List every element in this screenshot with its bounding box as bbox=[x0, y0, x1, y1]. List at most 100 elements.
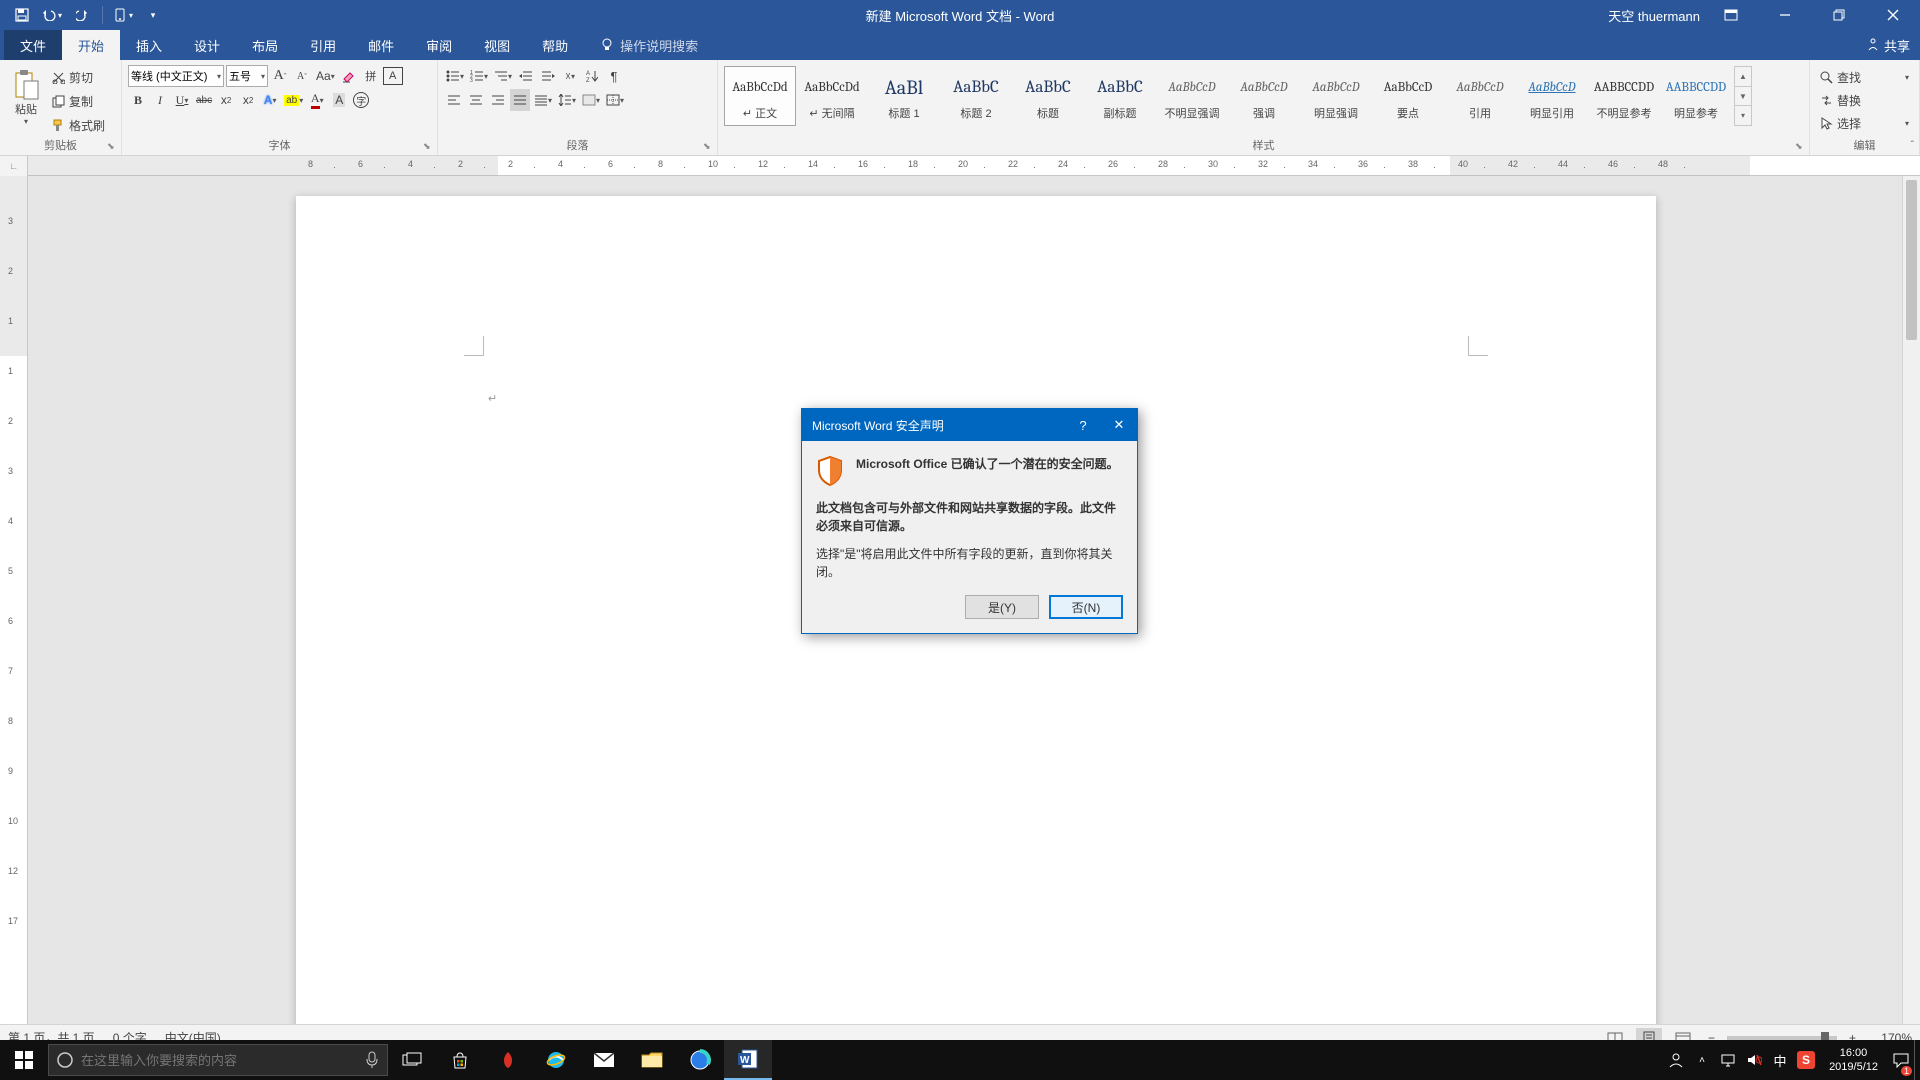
search-input[interactable] bbox=[81, 1053, 357, 1068]
tray-people[interactable] bbox=[1663, 1040, 1689, 1080]
gallery-scroll[interactable]: ▲▼▾ bbox=[1734, 66, 1752, 126]
taskbar-word[interactable]: W bbox=[724, 1040, 772, 1080]
tab-review[interactable]: 审阅 bbox=[410, 30, 468, 60]
underline-button[interactable]: U▾ bbox=[172, 89, 192, 111]
task-view-button[interactable] bbox=[388, 1040, 436, 1080]
redo-button[interactable] bbox=[68, 2, 96, 28]
share-button[interactable]: 共享 bbox=[1866, 30, 1910, 60]
taskbar-store[interactable] bbox=[436, 1040, 484, 1080]
touch-mode-button[interactable]: ▾ bbox=[109, 2, 137, 28]
ribbon-display-options[interactable] bbox=[1708, 0, 1754, 30]
clipboard-launcher[interactable]: ⬊ bbox=[107, 141, 119, 153]
align-right-button[interactable] bbox=[488, 89, 508, 111]
tab-help[interactable]: 帮助 bbox=[526, 30, 584, 60]
tab-mail[interactable]: 邮件 bbox=[352, 30, 410, 60]
style-h2[interactable]: AaBbC标题 2 bbox=[940, 66, 1012, 126]
style-subtle_ref[interactable]: AABBCCDD不明显参考 bbox=[1588, 66, 1660, 126]
font-size-combo[interactable]: 五号▾ bbox=[226, 65, 268, 87]
char-border-button[interactable]: A bbox=[383, 67, 403, 85]
copy-button[interactable]: 复制 bbox=[50, 90, 112, 112]
subscript-button[interactable]: x2 bbox=[216, 89, 236, 111]
distributed-button[interactable]: ▾ bbox=[532, 89, 554, 111]
borders-button[interactable]: ▾ bbox=[604, 89, 626, 111]
taskbar-search[interactable] bbox=[48, 1044, 388, 1076]
zoom-slider[interactable] bbox=[1727, 1036, 1837, 1040]
paragraph-launcher[interactable]: ⬊ bbox=[703, 141, 715, 153]
tab-layout[interactable]: 布局 bbox=[236, 30, 294, 60]
increase-indent-button[interactable] bbox=[538, 65, 558, 87]
paste-button[interactable]: 粘贴 ▾ bbox=[6, 64, 46, 130]
show-marks-button[interactable]: ¶ bbox=[604, 65, 624, 87]
change-case-button[interactable]: Aa▾ bbox=[314, 65, 337, 87]
bold-button[interactable]: B bbox=[128, 89, 148, 111]
italic-button[interactable]: I bbox=[150, 89, 170, 111]
style-intense_em[interactable]: AaBbCcD明显强调 bbox=[1300, 66, 1372, 126]
tab-references[interactable]: 引用 bbox=[294, 30, 352, 60]
start-button[interactable] bbox=[0, 1040, 48, 1080]
vertical-scrollbar[interactable] bbox=[1902, 176, 1920, 1050]
taskbar-browser[interactable] bbox=[676, 1040, 724, 1080]
tray-volume[interactable] bbox=[1741, 1040, 1767, 1080]
highlight-button[interactable]: ab▾ bbox=[282, 89, 305, 111]
collapse-ribbon-button[interactable]: ˆ bbox=[1911, 140, 1914, 151]
undo-button[interactable]: ▾ bbox=[38, 2, 66, 28]
minimize-button[interactable] bbox=[1762, 0, 1808, 30]
taskbar-ie[interactable] bbox=[532, 1040, 580, 1080]
styles-gallery[interactable]: AaBbCcDd↵ 正文AaBbCcDd↵ 无间隔AaBl标题 1AaBbC标题… bbox=[724, 64, 1803, 142]
user-name[interactable]: 天空 thuermann bbox=[1608, 6, 1700, 25]
sort-button[interactable]: AZ bbox=[582, 65, 602, 87]
save-button[interactable] bbox=[8, 2, 36, 28]
style-h1[interactable]: AaBl标题 1 bbox=[868, 66, 940, 126]
scrollbar-thumb[interactable] bbox=[1906, 180, 1917, 340]
tray-sogou[interactable]: S bbox=[1793, 1040, 1819, 1080]
ruler-horizontal[interactable]: ∟ 8·6·4·2·2·4·6·8·10·12·14·16·18·20·22·2… bbox=[0, 156, 1920, 176]
phonetic-guide-button[interactable]: 拼 bbox=[361, 65, 381, 87]
char-shading-button[interactable]: A bbox=[329, 89, 349, 111]
grow-font-button[interactable]: Aˆ bbox=[270, 65, 290, 87]
multilevel-list-button[interactable]: ▾ bbox=[492, 65, 514, 87]
line-spacing-button[interactable]: ▾ bbox=[556, 89, 578, 111]
gallery-down[interactable]: ▼ bbox=[1735, 87, 1751, 107]
tray-action-center[interactable]: 1 bbox=[1888, 1040, 1914, 1080]
find-button[interactable]: 查找▾ bbox=[1816, 66, 1913, 88]
cut-button[interactable]: 剪切 bbox=[50, 66, 112, 88]
font-name-combo[interactable]: 等线 (中文正文)▾ bbox=[128, 65, 224, 87]
tab-design[interactable]: 设计 bbox=[178, 30, 236, 60]
tab-home[interactable]: 开始 bbox=[62, 30, 120, 60]
style-intense_quote[interactable]: AaBbCcD明显引用 bbox=[1516, 66, 1588, 126]
styles-launcher[interactable]: ⬊ bbox=[1795, 141, 1807, 153]
tab-view[interactable]: 视图 bbox=[468, 30, 526, 60]
restore-button[interactable] bbox=[1816, 0, 1862, 30]
taskbar-mail[interactable] bbox=[580, 1040, 628, 1080]
bullets-button[interactable]: ▾ bbox=[444, 65, 466, 87]
tab-file[interactable]: 文件 bbox=[4, 30, 62, 60]
close-button[interactable] bbox=[1870, 0, 1916, 30]
style-normal[interactable]: AaBbCcDd↵ 正文 bbox=[724, 66, 796, 126]
tab-insert[interactable]: 插入 bbox=[120, 30, 178, 60]
style-strong[interactable]: AaBbCcD要点 bbox=[1372, 66, 1444, 126]
superscript-button[interactable]: x2 bbox=[238, 89, 258, 111]
decrease-indent-button[interactable] bbox=[516, 65, 536, 87]
tray-clock[interactable]: 16:00 2019/5/12 bbox=[1819, 1046, 1888, 1075]
clear-formatting-button[interactable] bbox=[339, 65, 359, 87]
style-emphasis[interactable]: AaBbCcD强调 bbox=[1228, 66, 1300, 126]
align-center-button[interactable] bbox=[466, 89, 486, 111]
enclose-chars-button[interactable]: 字 bbox=[351, 89, 371, 111]
text-effects-button[interactable]: A▾ bbox=[260, 89, 280, 111]
align-justify-button[interactable] bbox=[510, 89, 530, 111]
shrink-font-button[interactable]: Aˇ bbox=[292, 65, 312, 87]
show-desktop-button[interactable] bbox=[1914, 1040, 1920, 1080]
dialog-yes-button[interactable]: 是(Y) bbox=[965, 595, 1039, 619]
strikethrough-button[interactable]: abc bbox=[194, 89, 214, 111]
style-intense_ref[interactable]: AABBCCDD明显参考 bbox=[1660, 66, 1732, 126]
asian-layout-button[interactable]: ☓▾ bbox=[560, 65, 580, 87]
tray-network[interactable] bbox=[1715, 1040, 1741, 1080]
tell-me[interactable]: 操作说明搜索 bbox=[584, 30, 714, 60]
tray-ime[interactable]: 中 bbox=[1767, 1040, 1793, 1080]
dialog-no-button[interactable]: 否(N) bbox=[1049, 595, 1123, 619]
gallery-more[interactable]: ▾ bbox=[1735, 106, 1751, 125]
style-subtle_em[interactable]: AaBbCcD不明显强调 bbox=[1156, 66, 1228, 126]
dialog-titlebar[interactable]: Microsoft Word 安全声明 ? ✕ bbox=[802, 409, 1137, 441]
style-nospace[interactable]: AaBbCcDd↵ 无间隔 bbox=[796, 66, 868, 126]
style-quote[interactable]: AaBbCcD引用 bbox=[1444, 66, 1516, 126]
